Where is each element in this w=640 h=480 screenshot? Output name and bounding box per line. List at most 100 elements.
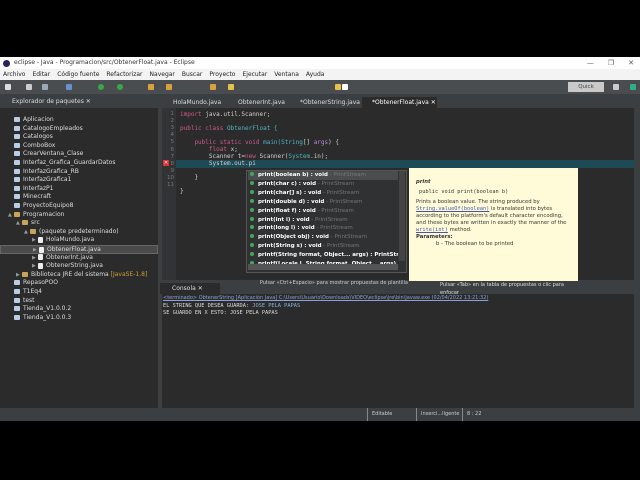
tree-item-label: ProyectoEquipo8 — [23, 202, 74, 209]
console-tab[interactable]: Consola ✕ — [160, 283, 220, 294]
debug-icon[interactable] — [98, 84, 104, 90]
tree-item[interactable]: ▶ ObtenerInt.java — [0, 254, 158, 263]
doc-signature: public void print(boolean b) — [419, 189, 509, 195]
tree-item[interactable]: CrearVentana_Clase — [0, 150, 158, 159]
completion-item[interactable]: printf(String format, Object... args) : … — [248, 251, 398, 260]
completion-item[interactable]: print(char c) : void - PrintStream — [248, 180, 398, 189]
status-insert-mode: Inserci...ligente — [416, 408, 459, 421]
tab-obtenerstring[interactable]: *ObtenerString.java — [290, 97, 360, 108]
public-method-icon — [250, 234, 254, 239]
tab-label: *ObtenerFloat.java — [372, 99, 429, 106]
tree-item-label: RepasoPOO — [23, 279, 58, 287]
tree-item[interactable]: InterfazP1 — [0, 185, 158, 194]
close-button[interactable]: ✕ — [628, 59, 634, 67]
tree-item[interactable]: ComboBox — [0, 142, 158, 151]
completion-item[interactable]: print(long l) : void - PrintStream — [248, 224, 398, 233]
package-explorer-tab[interactable]: Explorador de paquetes ✕ — [0, 95, 158, 108]
search-icon[interactable] — [228, 84, 234, 90]
status-cursor-position: 8 : 22 — [462, 408, 481, 421]
javadoc-hint: Pulsar «Tab» en la tabla de propuestas o… — [440, 282, 564, 296]
completion-item[interactable]: print(Object obj) : void - PrintStream — [248, 233, 398, 242]
menu-buscar[interactable]: Buscar — [182, 71, 203, 78]
menu-archivo[interactable]: Archivo — [3, 71, 25, 78]
tab-obtenerint[interactable]: ObtenerInt.java — [228, 97, 288, 108]
restore-button[interactable]: ❐ — [608, 59, 614, 67]
completion-item[interactable]: print(String s) : void - PrintStream — [248, 242, 398, 251]
java-perspective-icon[interactable] — [630, 84, 636, 90]
run-icon[interactable] — [117, 84, 123, 90]
project-folder-icon — [14, 134, 20, 140]
new-package-icon[interactable] — [148, 84, 154, 90]
completion-item[interactable]: print(boolean b) : void - PrintStream — [248, 171, 398, 180]
new-icon[interactable] — [5, 84, 11, 90]
tree-item[interactable]: ▲ (paquete predeterminado) — [0, 228, 158, 237]
menu-codigo-fuente[interactable]: Código fuente — [57, 71, 99, 78]
tree-item[interactable]: InterfazGrafica_RB — [0, 168, 158, 177]
tree-item-label: src — [31, 219, 40, 227]
doc-params-label: Parameters: — [416, 234, 453, 240]
tree-item-label: CrearVentana_Clase — [23, 150, 84, 158]
tree-item[interactable]: InterfazGrafica1 — [0, 176, 158, 185]
menu-refactorizar[interactable]: Refactorizar — [106, 71, 142, 78]
tree-item[interactable]: ▲ Programacion — [0, 211, 158, 220]
public-method-icon — [250, 189, 254, 194]
save-icon[interactable] — [26, 84, 32, 90]
tree-item[interactable]: test — [0, 297, 158, 306]
tree-item[interactable]: T1Eq4 — [0, 288, 158, 297]
line-number: 1 — [170, 111, 175, 117]
minimize-button[interactable]: — — [587, 59, 594, 67]
tree-item[interactable]: ▶ ObtenerString.java — [0, 262, 158, 271]
menu-ejecutar[interactable]: Ejecutar — [242, 71, 267, 78]
tree-item[interactable]: Minecraft — [0, 193, 158, 202]
menu-proyecto[interactable]: Proyecto — [209, 71, 235, 78]
line-number: 3 — [170, 125, 175, 132]
javadoc-popup[interactable]: print public void print(boolean b) Print… — [409, 168, 578, 281]
tree-item[interactable]: ▶ Biblioteca JRE del sistema [JavaSE-1.8] — [0, 271, 158, 280]
tree-item[interactable]: Catalogos — [0, 133, 158, 142]
menu-navegar[interactable]: Navegar — [150, 71, 175, 78]
content-assist-scrollbar[interactable] — [399, 171, 405, 261]
tree-item[interactable]: Interfaz_Grafica_GuardarDatos — [0, 159, 158, 168]
open-perspective-icon[interactable] — [613, 84, 619, 90]
toolbar — [0, 80, 640, 94]
forward-icon[interactable] — [342, 84, 348, 90]
link-string-valueof[interactable]: String.valueOf(boolean) — [416, 206, 489, 212]
line-number: 2 — [170, 118, 175, 125]
content-assist-hscrollbar[interactable] — [248, 264, 398, 270]
back-icon[interactable] — [335, 84, 341, 90]
quick-access-input[interactable]: Quick Access — [568, 82, 604, 100]
tree-item-label: Aplicacion — [23, 116, 54, 123]
link-write[interactable]: write(int) — [416, 227, 448, 233]
new-class-icon[interactable] — [166, 84, 172, 90]
close-tab-icon[interactable]: ✕ — [431, 99, 436, 106]
tree-item[interactable]: ProyectoEquipo8 — [0, 202, 158, 211]
skip-breakpoints-icon[interactable] — [66, 84, 72, 90]
completion-item[interactable]: print(char[] s) : void - PrintStream — [248, 189, 398, 198]
tree-item[interactable]: ▶ HolaMundo.java — [0, 236, 158, 245]
save-all-icon[interactable] — [42, 84, 48, 90]
tree-item[interactable]: ▲ src — [0, 219, 158, 228]
tree-item[interactable]: Tienda_V1.0.0.2 — [0, 305, 158, 314]
tree-item[interactable]: RepasoPOO — [0, 279, 158, 288]
tree-item[interactable]: Tienda_V1.0.0.3 — [0, 314, 158, 323]
completion-item[interactable]: print(double d) : void - PrintStream — [248, 198, 398, 207]
open-type-icon[interactable] — [210, 84, 216, 90]
error-marker-icon[interactable]: ✕ — [163, 160, 169, 166]
close-icon[interactable]: ✕ — [86, 98, 91, 105]
doc-title: print — [416, 179, 431, 185]
tree-item[interactable]: CatalogoEmpleados — [0, 125, 158, 134]
menu-ayuda[interactable]: Ayuda — [306, 71, 325, 78]
tab-obtenerfloat[interactable]: *ObtenerFloat.java ✕ — [362, 97, 437, 108]
completion-item[interactable]: print(float f) : void - PrintStream — [248, 207, 398, 216]
tab-holamundo[interactable]: HolaMundo.java — [163, 97, 228, 108]
code-line-3: public class ObtenerFloat { — [180, 125, 278, 132]
menu-ventana[interactable]: Ventana — [274, 71, 299, 78]
public-method-icon — [250, 180, 254, 185]
tree-item-label: ComboBox — [23, 141, 56, 149]
close-icon[interactable]: ✕ — [198, 285, 203, 292]
tree-item[interactable]: ▶ ObtenerFloat.java — [0, 245, 158, 254]
project-folder-icon — [14, 185, 20, 191]
tree-item[interactable]: Aplicacion — [0, 116, 158, 125]
completion-item[interactable]: print(int i) : void - PrintStream — [248, 216, 398, 225]
menu-editar[interactable]: Editar — [32, 71, 50, 78]
